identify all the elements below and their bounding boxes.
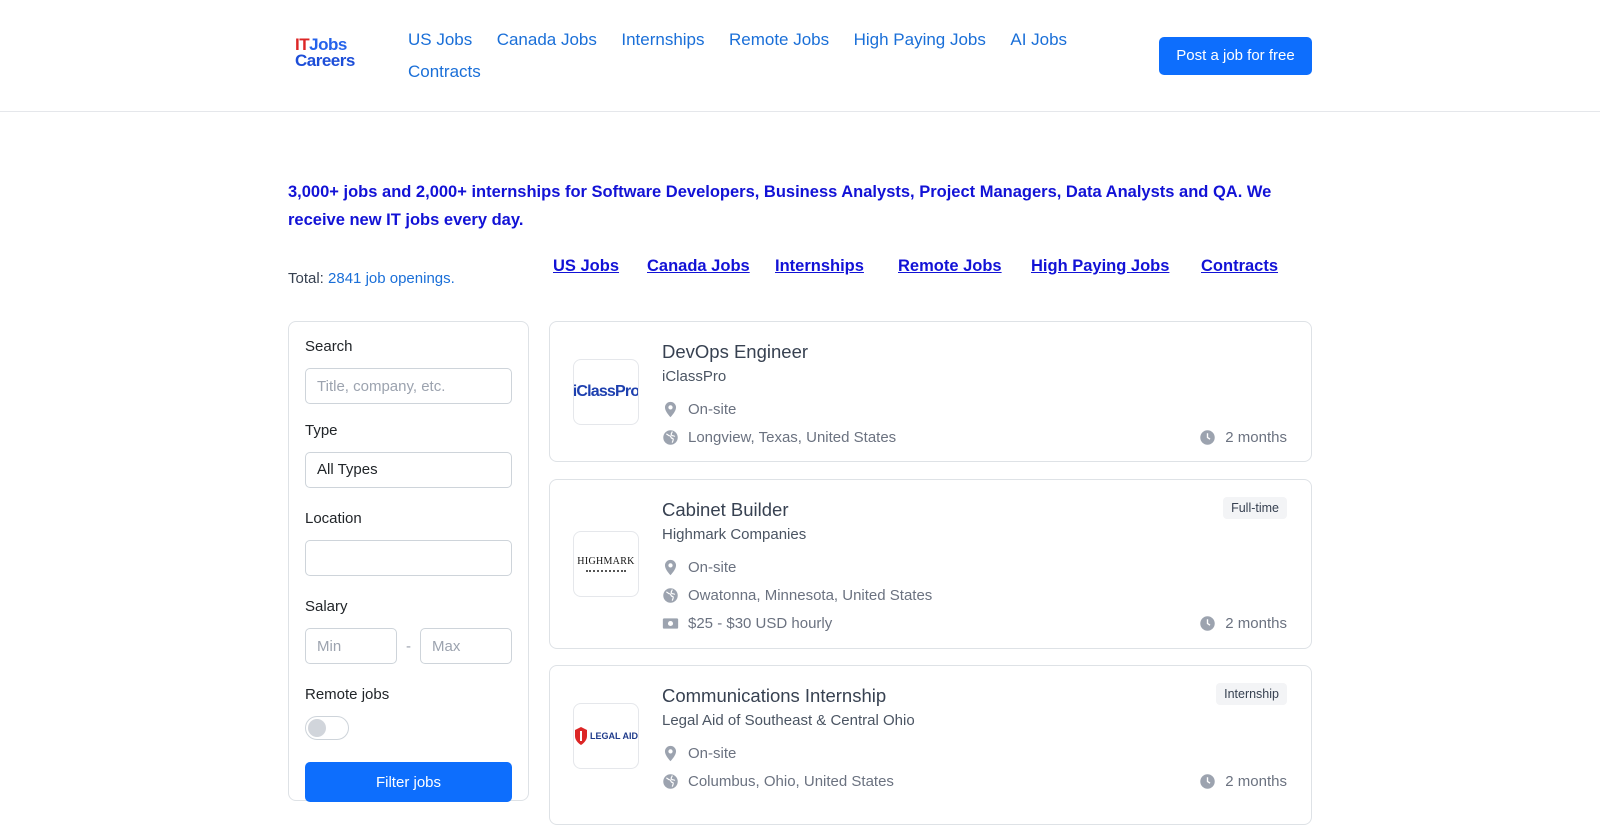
job-company: Highmark Companies — [662, 526, 807, 543]
link-us-jobs[interactable]: US Jobs — [553, 257, 619, 276]
workplace-text: On-site — [688, 401, 737, 418]
job-workplace: On-site — [662, 745, 736, 762]
location-input[interactable] — [305, 540, 512, 576]
remote-toggle[interactable] — [305, 716, 349, 740]
clock-icon — [1200, 430, 1216, 445]
job-title[interactable]: Cabinet Builder — [662, 499, 789, 521]
globe-icon — [663, 774, 678, 789]
map-pin-icon — [664, 559, 677, 576]
company-logo-text: iClassPro — [573, 383, 639, 400]
toggle-knob — [308, 719, 326, 737]
job-card[interactable]: HIGHMARK Full-time Cabinet Builder Highm… — [549, 479, 1312, 649]
salary-text: $25 - $30 USD hourly — [688, 615, 833, 632]
shield-icon — [575, 727, 587, 745]
company-logo-mark: HIGHMARK — [577, 556, 634, 572]
job-salary: $25 - $30 USD hourly — [662, 615, 832, 632]
salary-range: - — [305, 628, 512, 664]
nav-remote-jobs[interactable]: Remote Jobs — [729, 28, 829, 60]
age-text: 2 months — [1225, 615, 1287, 632]
location-text: Longview, Texas, United States — [688, 429, 897, 446]
link-high-paying-jobs[interactable]: High Paying Jobs — [1031, 257, 1169, 276]
job-company: Legal Aid of Southeast & Central Ohio — [662, 712, 915, 729]
job-workplace: On-site — [662, 559, 736, 576]
type-select[interactable]: All Types — [305, 452, 512, 488]
job-type-badge: Full-time — [1223, 497, 1287, 519]
globe-icon — [663, 588, 678, 603]
job-location: Longview, Texas, United States — [662, 429, 896, 446]
job-location: Columbus, Ohio, United States — [662, 773, 894, 790]
nav-ai-jobs[interactable]: AI Jobs — [1010, 28, 1067, 60]
map-pin-icon — [664, 745, 677, 762]
link-contracts[interactable]: Contracts — [1201, 257, 1278, 276]
logo-careers: Careers — [295, 51, 355, 70]
salary-dash: - — [406, 637, 411, 655]
link-internships[interactable]: Internships — [775, 257, 864, 276]
salary-label: Salary — [305, 598, 348, 615]
nav-internships[interactable]: Internships — [621, 28, 704, 60]
job-age: 2 months — [1199, 773, 1287, 790]
job-location: Owatonna, Minnesota, United States — [662, 587, 932, 604]
job-card[interactable]: LEGAL AID Internship Communications Inte… — [549, 665, 1312, 825]
job-workplace: On-site — [662, 401, 736, 418]
workplace-text: On-site — [688, 559, 737, 576]
site-logo[interactable]: ITJobs Careers — [295, 36, 365, 70]
category-links: US Jobs Canada Jobs Internships Remote J… — [0, 257, 1600, 281]
nav-us-jobs[interactable]: US Jobs — [408, 28, 472, 60]
main-nav: US Jobs Canada Jobs Internships Remote J… — [408, 28, 1088, 92]
search-label: Search — [305, 338, 353, 355]
remote-label: Remote jobs — [305, 686, 390, 703]
globe-icon — [663, 430, 678, 445]
age-text: 2 months — [1225, 429, 1287, 446]
workplace-text: On-site — [688, 745, 737, 762]
company-logo: LEGAL AID — [573, 703, 639, 769]
location-text: Columbus, Ohio, United States — [688, 773, 894, 790]
link-remote-jobs[interactable]: Remote Jobs — [898, 257, 1002, 276]
link-canada-jobs[interactable]: Canada Jobs — [647, 257, 750, 276]
nav-contracts[interactable]: Contracts — [408, 60, 481, 92]
job-title[interactable]: DevOps Engineer — [662, 341, 808, 363]
intro-text: 3,000+ jobs and 2,000+ internships for S… — [288, 183, 1272, 229]
company-logo: HIGHMARK — [573, 531, 639, 597]
nav-high-paying-jobs[interactable]: High Paying Jobs — [854, 28, 986, 60]
clock-icon — [1200, 774, 1216, 789]
company-logo: iClassPro — [573, 359, 639, 425]
job-type-badge: Internship — [1216, 683, 1287, 705]
site-header: ITJobs Careers US Jobs Canada Jobs Inter… — [0, 0, 1600, 112]
nav-canada-jobs[interactable]: Canada Jobs — [497, 28, 597, 60]
filter-panel: Search Type All Types Location Salary - … — [288, 321, 529, 802]
company-logo-text: HIGHMARK — [577, 556, 635, 567]
search-input[interactable] — [305, 368, 512, 404]
location-label: Location — [305, 510, 362, 527]
job-age: 2 months — [1199, 615, 1287, 632]
age-text: 2 months — [1225, 773, 1287, 790]
map-pin-icon — [664, 401, 677, 418]
job-company: iClassPro — [662, 368, 727, 385]
salary-max-input[interactable] — [420, 628, 512, 664]
salary-min-input[interactable] — [305, 628, 397, 664]
job-title[interactable]: Communications Internship — [662, 685, 886, 707]
money-icon — [662, 618, 679, 629]
logo-dots — [586, 570, 626, 572]
job-card[interactable]: iClassPro DevOps Engineer iClassPro On-s… — [549, 321, 1312, 462]
company-logo-text: LEGAL AID — [590, 731, 639, 741]
post-job-button[interactable]: Post a job for free — [1159, 37, 1312, 75]
job-age: 2 months — [1199, 429, 1287, 446]
type-label: Type — [305, 422, 338, 439]
clock-icon — [1200, 616, 1216, 631]
filter-jobs-button[interactable]: Filter jobs — [305, 762, 512, 802]
location-text: Owatonna, Minnesota, United States — [688, 587, 933, 604]
